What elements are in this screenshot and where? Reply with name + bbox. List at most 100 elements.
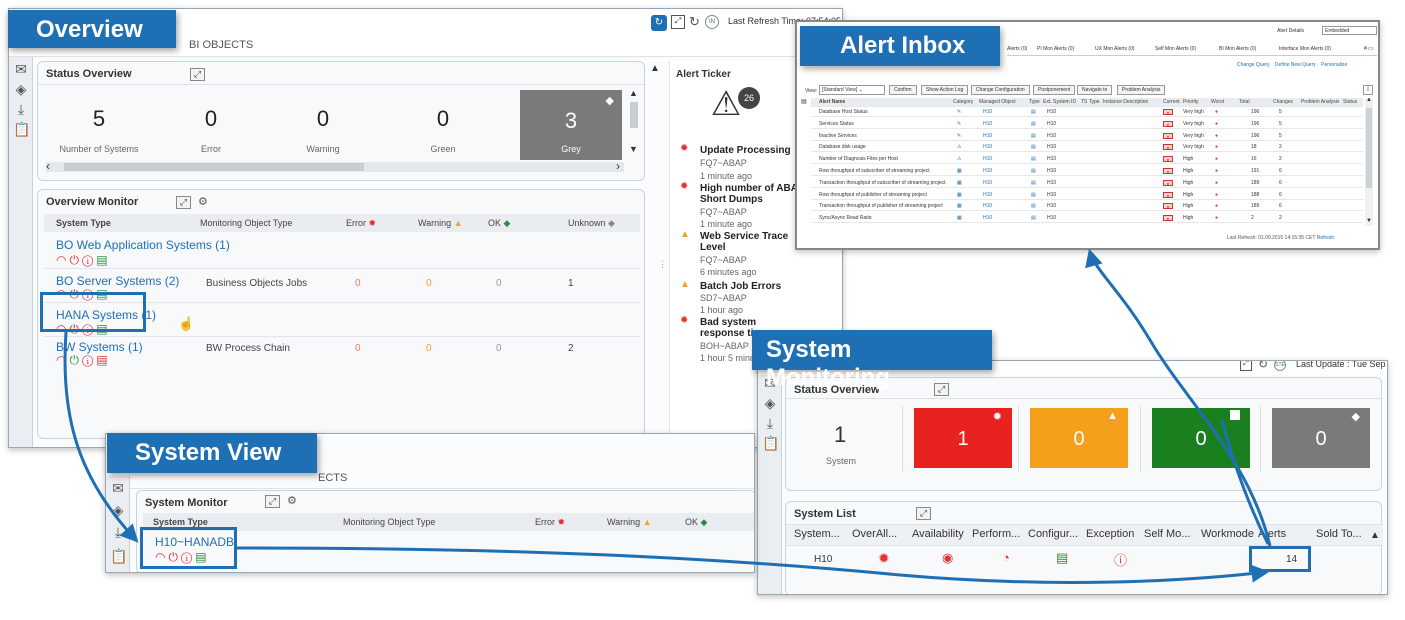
col-ext-system[interactable]: Ext. System ID: [1043, 99, 1076, 105]
alert-table-row[interactable]: Row throughput of subscriber of streamin…: [811, 167, 1363, 176]
interval-icon[interactable]: IN: [705, 15, 719, 29]
change-query-link[interactable]: Change Query: [1237, 62, 1270, 68]
status-hscrollbar[interactable]: ‹ ›: [46, 159, 624, 173]
alert-table-row[interactable]: Services Status ✎ H10 ▤ H10 ● Very high ● 196 5: [811, 120, 1363, 129]
col-total[interactable]: Total: [1239, 99, 1250, 105]
help-diamond-icon[interactable]: ◈: [13, 81, 29, 97]
row-bw-unknown[interactable]: 2: [568, 343, 574, 354]
define-query-link[interactable]: Define New Query: [1275, 62, 1316, 68]
row-bo-server-ok[interactable]: 0: [496, 278, 502, 289]
system-monitor-settings-icon[interactable]: ⚙: [287, 494, 297, 507]
alert-table-row[interactable]: Transaction throughput of subscriber of …: [811, 179, 1363, 188]
sysmon-reload-icon[interactable]: ↻: [1258, 361, 1268, 371]
col-workmode[interactable]: Workmode: [1201, 528, 1254, 540]
clipboard-icon[interactable]: 📋: [110, 548, 127, 564]
ticker-item-1-title[interactable]: High number of ABAP Short Dumps: [700, 183, 810, 205]
exception-icon[interactable]: ⓘ: [82, 253, 96, 267]
clipboard-icon[interactable]: 📋: [762, 435, 779, 451]
collapse-up-icon[interactable]: ▲: [650, 63, 660, 74]
fullscreen-icon[interactable]: ⤢: [671, 15, 685, 29]
mail-icon[interactable]: ✉: [13, 61, 29, 77]
overview-tab-label[interactable]: BI OBJECTS: [189, 39, 253, 51]
help-diamond-icon[interactable]: ◈: [762, 395, 778, 411]
sysmon-status-expand-icon[interactable]: ⤢: [934, 383, 949, 396]
row-bo-web-link[interactable]: BO Web Application Systems (1): [56, 238, 230, 252]
status-overview-expand-icon[interactable]: ⤢: [190, 68, 205, 81]
sv-col-monitoring-object[interactable]: Monitoring Object Type: [343, 517, 435, 527]
overall-error-icon[interactable]: ✹: [878, 550, 890, 567]
sv-col-error[interactable]: Error ✹: [535, 517, 565, 528]
tab-ux-mon-alerts[interactable]: UX Mon Alerts (0): [1095, 46, 1134, 52]
system-monitor-expand-icon[interactable]: ⤢: [265, 495, 280, 508]
tab-alerts[interactable]: Alerts (0): [1007, 46, 1027, 52]
managed-object-link[interactable]: H10: [983, 203, 992, 209]
personalize-link[interactable]: Personalize: [1321, 62, 1347, 68]
change-configuration-button[interactable]: Change Configuration: [971, 85, 1030, 95]
availability-icon[interactable]: ⏻: [69, 353, 82, 367]
view-select[interactable]: [Standard View] ⌄: [819, 85, 885, 95]
managed-object-link[interactable]: H10: [983, 168, 992, 174]
col-exception[interactable]: Exception: [1086, 528, 1134, 540]
export-icon[interactable]: ⇩: [1363, 85, 1373, 95]
alert-scroll-thumb[interactable]: [1366, 108, 1372, 188]
col-configuration[interactable]: Configur...: [1028, 528, 1078, 540]
alert-table-row[interactable]: Inactive Services ✎ H10 ▤ H10 ● Very high ● 196 5: [811, 132, 1363, 141]
exception-error-icon[interactable]: ⓘ: [1114, 550, 1127, 569]
performance-error-icon[interactable]: ◔: [1002, 550, 1010, 565]
managed-object-link[interactable]: H10: [983, 192, 992, 198]
tile-green-value[interactable]: 0: [368, 106, 518, 132]
download-icon[interactable]: ⤓: [110, 524, 126, 540]
availability-error-icon[interactable]: ◉: [942, 550, 953, 566]
refresh-active-icon[interactable]: ↻: [651, 15, 667, 31]
ticker-item-3-title[interactable]: Batch Job Errors: [700, 281, 810, 292]
col-self-mon[interactable]: Self Mo...: [1144, 528, 1190, 540]
col-alert-name[interactable]: Alert Name: [819, 99, 845, 105]
col-unknown[interactable]: Unknown ◆: [568, 218, 615, 229]
reload-icon[interactable]: ↻: [689, 14, 700, 30]
sv-col-warning[interactable]: Warning ▲: [607, 517, 652, 527]
postponement-button[interactable]: Postponement: [1033, 85, 1076, 95]
tab-interface-mon-alerts[interactable]: Interface Mon Alerts (0): [1279, 46, 1331, 52]
navigate-to-button[interactable]: Navigate to: [1077, 85, 1113, 95]
tile-warning-orange[interactable]: ▲ 0: [1030, 408, 1128, 468]
col-ts-type[interactable]: TS Type: [1081, 99, 1100, 105]
scroll-vthumb[interactable]: [630, 102, 638, 128]
managed-object-link[interactable]: H10: [983, 180, 992, 186]
tile-grey[interactable]: ◆ 3 Grey: [520, 90, 622, 160]
col-problem-analysis[interactable]: Problem Analysis: [1301, 99, 1339, 105]
problem-analysis-button[interactable]: Problem Analysis: [1117, 85, 1166, 95]
scroll-up-icon[interactable]: ▲: [629, 88, 638, 98]
col-error[interactable]: Error ✹: [346, 218, 376, 229]
status-vscrollbar[interactable]: ▲ ▼: [628, 88, 640, 160]
help-diamond-icon[interactable]: ◈: [110, 502, 126, 518]
sv-col-system-type[interactable]: System Type: [153, 517, 208, 527]
row-bw-error[interactable]: 0: [355, 343, 361, 354]
managed-object-link[interactable]: H10: [983, 133, 992, 139]
alert-refresh-link[interactable]: Refresh: [1317, 235, 1335, 241]
alert-table-scrollbar[interactable]: ▲ ▼: [1365, 97, 1373, 226]
col-alerts[interactable]: Alerts: [1258, 528, 1286, 540]
row-bo-server-warning[interactable]: 0: [426, 278, 432, 289]
col-overall[interactable]: OverAll...: [852, 528, 897, 540]
monitor-settings-icon[interactable]: ⚙: [198, 195, 208, 208]
row-bw-warning[interactable]: 0: [426, 343, 432, 354]
col-warning[interactable]: Warning ▲: [418, 218, 463, 228]
mail-icon[interactable]: ✉: [110, 480, 126, 496]
ticker-item-0-title[interactable]: Update Processing: [700, 145, 810, 156]
scroll-thumb[interactable]: [64, 163, 364, 171]
row-bo-server-link[interactable]: BO Server Systems (2): [56, 274, 179, 288]
tile-ok-green[interactable]: 0: [1152, 408, 1250, 468]
col-changes[interactable]: Changes: [1273, 99, 1293, 105]
alert-table-row[interactable]: Sync/Async Read Ratio ▦ H10 ▤ H10 ● High ● 2 2: [811, 214, 1363, 224]
col-monitoring-object[interactable]: Monitoring Object Type: [200, 218, 292, 228]
col-type[interactable]: Type: [1029, 99, 1040, 105]
ticker-item-2-title[interactable]: Web Service Trace Level: [700, 231, 810, 253]
col-sold-to[interactable]: Sold To...: [1316, 528, 1362, 540]
alert-table-row[interactable]: Row throughput of publisher of streaming…: [811, 191, 1363, 200]
col-performance[interactable]: Perform...: [972, 528, 1020, 540]
alert-table-row[interactable]: Transaction throughput of publisher of s…: [811, 202, 1363, 212]
scroll-down-icon[interactable]: ▼: [629, 144, 638, 154]
monitor-expand-icon[interactable]: ⤢: [176, 196, 191, 209]
tile-error-red[interactable]: ✹ 1: [914, 408, 1012, 468]
performance-icon[interactable]: ◠: [56, 353, 69, 367]
